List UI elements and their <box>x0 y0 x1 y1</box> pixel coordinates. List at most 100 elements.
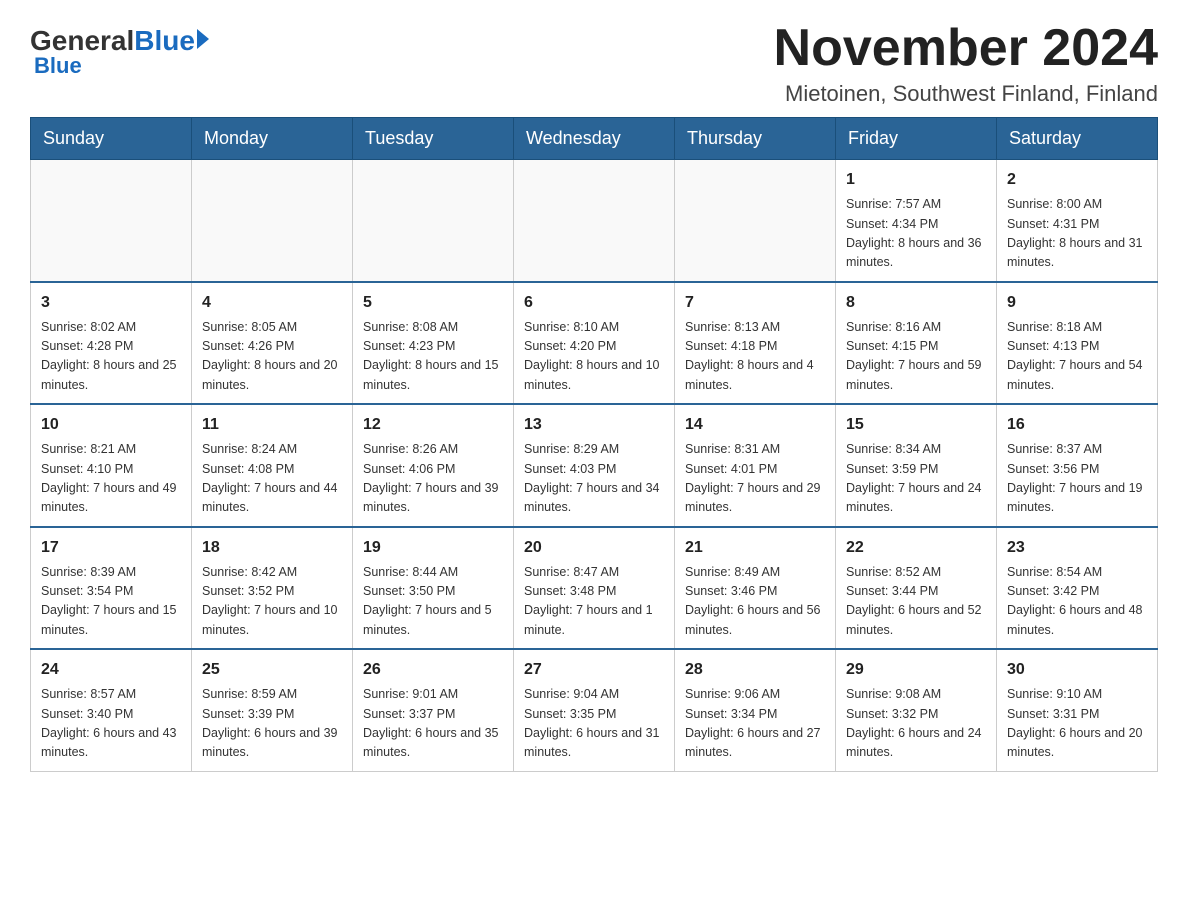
day-number: 11 <box>202 413 342 437</box>
header-wednesday: Wednesday <box>514 118 675 160</box>
day-number: 7 <box>685 291 825 315</box>
day-info: Sunrise: 8:21 AM Sunset: 4:10 PM Dayligh… <box>41 440 181 518</box>
day-number: 26 <box>363 658 503 682</box>
table-row: 16 Sunrise: 8:37 AM Sunset: 3:56 PM Dayli… <box>997 404 1158 527</box>
table-row: 13 Sunrise: 8:29 AM Sunset: 4:03 PM Dayli… <box>514 404 675 527</box>
day-number: 21 <box>685 536 825 560</box>
table-row: 6Sunrise: 8:10 AM Sunset: 4:20 PM Daylig… <box>514 282 675 405</box>
day-number: 8 <box>846 291 986 315</box>
day-info: Sunrise: 8:54 AM Sunset: 3:42 PM Dayligh… <box>1007 563 1147 641</box>
day-info: Sunrise: 8:02 AM Sunset: 4:28 PM Dayligh… <box>41 318 181 396</box>
month-title: November 2024 <box>774 20 1158 77</box>
header-thursday: Thursday <box>675 118 836 160</box>
day-info: Sunrise: 9:08 AM Sunset: 3:32 PM Dayligh… <box>846 685 986 763</box>
day-info: Sunrise: 8:18 AM Sunset: 4:13 PM Dayligh… <box>1007 318 1147 396</box>
table-row: 25 Sunrise: 8:59 AM Sunset: 3:39 PM Dayli… <box>192 649 353 771</box>
day-info: Sunrise: 8:05 AM Sunset: 4:26 PM Dayligh… <box>202 318 342 396</box>
day-info: Sunrise: 7:57 AM Sunset: 4:34 PM Dayligh… <box>846 195 986 273</box>
day-number: 9 <box>1007 291 1147 315</box>
table-row <box>514 160 675 282</box>
calendar-week-row: 1 Sunrise: 7:57 AM Sunset: 4:34 PM Daylig… <box>31 160 1158 282</box>
page-header: General Blue Blue November 2024 Mietoine… <box>30 20 1158 107</box>
day-info: Sunrise: 9:06 AM Sunset: 3:34 PM Dayligh… <box>685 685 825 763</box>
logo-blue: Blue <box>134 25 195 57</box>
location-subtitle: Mietoinen, Southwest Finland, Finland <box>774 81 1158 107</box>
title-area: November 2024 Mietoinen, Southwest Finla… <box>774 20 1158 107</box>
day-info: Sunrise: 8:26 AM Sunset: 4:06 PM Dayligh… <box>363 440 503 518</box>
day-info: Sunrise: 8:08 AM Sunset: 4:23 PM Dayligh… <box>363 318 503 396</box>
table-row: 4 Sunrise: 8:05 AM Sunset: 4:26 PM Daylig… <box>192 282 353 405</box>
day-info: Sunrise: 9:04 AM Sunset: 3:35 PM Dayligh… <box>524 685 664 763</box>
day-number: 12 <box>363 413 503 437</box>
table-row: 28 Sunrise: 9:06 AM Sunset: 3:34 PM Dayli… <box>675 649 836 771</box>
table-row: 20 Sunrise: 8:47 AM Sunset: 3:48 PM Dayli… <box>514 527 675 650</box>
day-number: 10 <box>41 413 181 437</box>
day-number: 24 <box>41 658 181 682</box>
day-info: Sunrise: 8:13 AM Sunset: 4:18 PM Dayligh… <box>685 318 825 396</box>
day-info: Sunrise: 8:39 AM Sunset: 3:54 PM Dayligh… <box>41 563 181 641</box>
table-row <box>192 160 353 282</box>
day-info: Sunrise: 8:47 AM Sunset: 3:48 PM Dayligh… <box>524 563 664 641</box>
day-number: 18 <box>202 536 342 560</box>
calendar-header-row: Sunday Monday Tuesday Wednesday Thursday… <box>31 118 1158 160</box>
header-sunday: Sunday <box>31 118 192 160</box>
day-info: Sunrise: 8:29 AM Sunset: 4:03 PM Dayligh… <box>524 440 664 518</box>
day-info: Sunrise: 8:16 AM Sunset: 4:15 PM Dayligh… <box>846 318 986 396</box>
logo: General Blue Blue <box>30 20 209 79</box>
calendar-table: Sunday Monday Tuesday Wednesday Thursday… <box>30 117 1158 772</box>
table-row <box>675 160 836 282</box>
table-row: 17 Sunrise: 8:39 AM Sunset: 3:54 PM Dayli… <box>31 527 192 650</box>
logo-arrow-icon <box>197 29 209 49</box>
day-info: Sunrise: 8:59 AM Sunset: 3:39 PM Dayligh… <box>202 685 342 763</box>
table-row: 26 Sunrise: 9:01 AM Sunset: 3:37 PM Dayli… <box>353 649 514 771</box>
day-info: Sunrise: 8:49 AM Sunset: 3:46 PM Dayligh… <box>685 563 825 641</box>
day-info: Sunrise: 8:57 AM Sunset: 3:40 PM Dayligh… <box>41 685 181 763</box>
day-number: 16 <box>1007 413 1147 437</box>
day-number: 20 <box>524 536 664 560</box>
table-row: 22Sunrise: 8:52 AM Sunset: 3:44 PM Dayli… <box>836 527 997 650</box>
table-row: 19 Sunrise: 8:44 AM Sunset: 3:50 PM Dayli… <box>353 527 514 650</box>
day-info: Sunrise: 8:42 AM Sunset: 3:52 PM Dayligh… <box>202 563 342 641</box>
calendar-week-row: 10 Sunrise: 8:21 AM Sunset: 4:10 PM Dayli… <box>31 404 1158 527</box>
table-row: 23 Sunrise: 8:54 AM Sunset: 3:42 PM Dayli… <box>997 527 1158 650</box>
logo-subtitle: Blue <box>34 53 82 79</box>
day-number: 5 <box>363 291 503 315</box>
day-info: Sunrise: 8:24 AM Sunset: 4:08 PM Dayligh… <box>202 440 342 518</box>
day-number: 28 <box>685 658 825 682</box>
table-row: 3 Sunrise: 8:02 AM Sunset: 4:28 PM Daylig… <box>31 282 192 405</box>
day-number: 29 <box>846 658 986 682</box>
day-number: 13 <box>524 413 664 437</box>
table-row: 1 Sunrise: 7:57 AM Sunset: 4:34 PM Daylig… <box>836 160 997 282</box>
table-row <box>31 160 192 282</box>
table-row: 7 Sunrise: 8:13 AM Sunset: 4:18 PM Daylig… <box>675 282 836 405</box>
day-number: 25 <box>202 658 342 682</box>
header-tuesday: Tuesday <box>353 118 514 160</box>
day-info: Sunrise: 9:01 AM Sunset: 3:37 PM Dayligh… <box>363 685 503 763</box>
header-friday: Friday <box>836 118 997 160</box>
day-info: Sunrise: 8:37 AM Sunset: 3:56 PM Dayligh… <box>1007 440 1147 518</box>
table-row: 5 Sunrise: 8:08 AM Sunset: 4:23 PM Daylig… <box>353 282 514 405</box>
table-row: 8 Sunrise: 8:16 AM Sunset: 4:15 PM Daylig… <box>836 282 997 405</box>
day-info: Sunrise: 8:34 AM Sunset: 3:59 PM Dayligh… <box>846 440 986 518</box>
day-info: Sunrise: 8:31 AM Sunset: 4:01 PM Dayligh… <box>685 440 825 518</box>
day-number: 19 <box>363 536 503 560</box>
day-number: 17 <box>41 536 181 560</box>
table-row: 11 Sunrise: 8:24 AM Sunset: 4:08 PM Dayli… <box>192 404 353 527</box>
table-row: 12 Sunrise: 8:26 AM Sunset: 4:06 PM Dayli… <box>353 404 514 527</box>
calendar-week-row: 17 Sunrise: 8:39 AM Sunset: 3:54 PM Dayli… <box>31 527 1158 650</box>
calendar-week-row: 24 Sunrise: 8:57 AM Sunset: 3:40 PM Dayli… <box>31 649 1158 771</box>
day-number: 27 <box>524 658 664 682</box>
table-row: 21 Sunrise: 8:49 AM Sunset: 3:46 PM Dayli… <box>675 527 836 650</box>
table-row: 2Sunrise: 8:00 AM Sunset: 4:31 PM Daylig… <box>997 160 1158 282</box>
table-row: 18 Sunrise: 8:42 AM Sunset: 3:52 PM Dayli… <box>192 527 353 650</box>
day-number: 1 <box>846 168 986 192</box>
table-row: 15Sunrise: 8:34 AM Sunset: 3:59 PM Dayli… <box>836 404 997 527</box>
table-row: 27 Sunrise: 9:04 AM Sunset: 3:35 PM Dayli… <box>514 649 675 771</box>
day-info: Sunrise: 8:44 AM Sunset: 3:50 PM Dayligh… <box>363 563 503 641</box>
header-monday: Monday <box>192 118 353 160</box>
day-number: 4 <box>202 291 342 315</box>
day-number: 3 <box>41 291 181 315</box>
day-info: Sunrise: 8:00 AM Sunset: 4:31 PM Dayligh… <box>1007 195 1147 273</box>
table-row: 29 Sunrise: 9:08 AM Sunset: 3:32 PM Dayli… <box>836 649 997 771</box>
day-number: 23 <box>1007 536 1147 560</box>
